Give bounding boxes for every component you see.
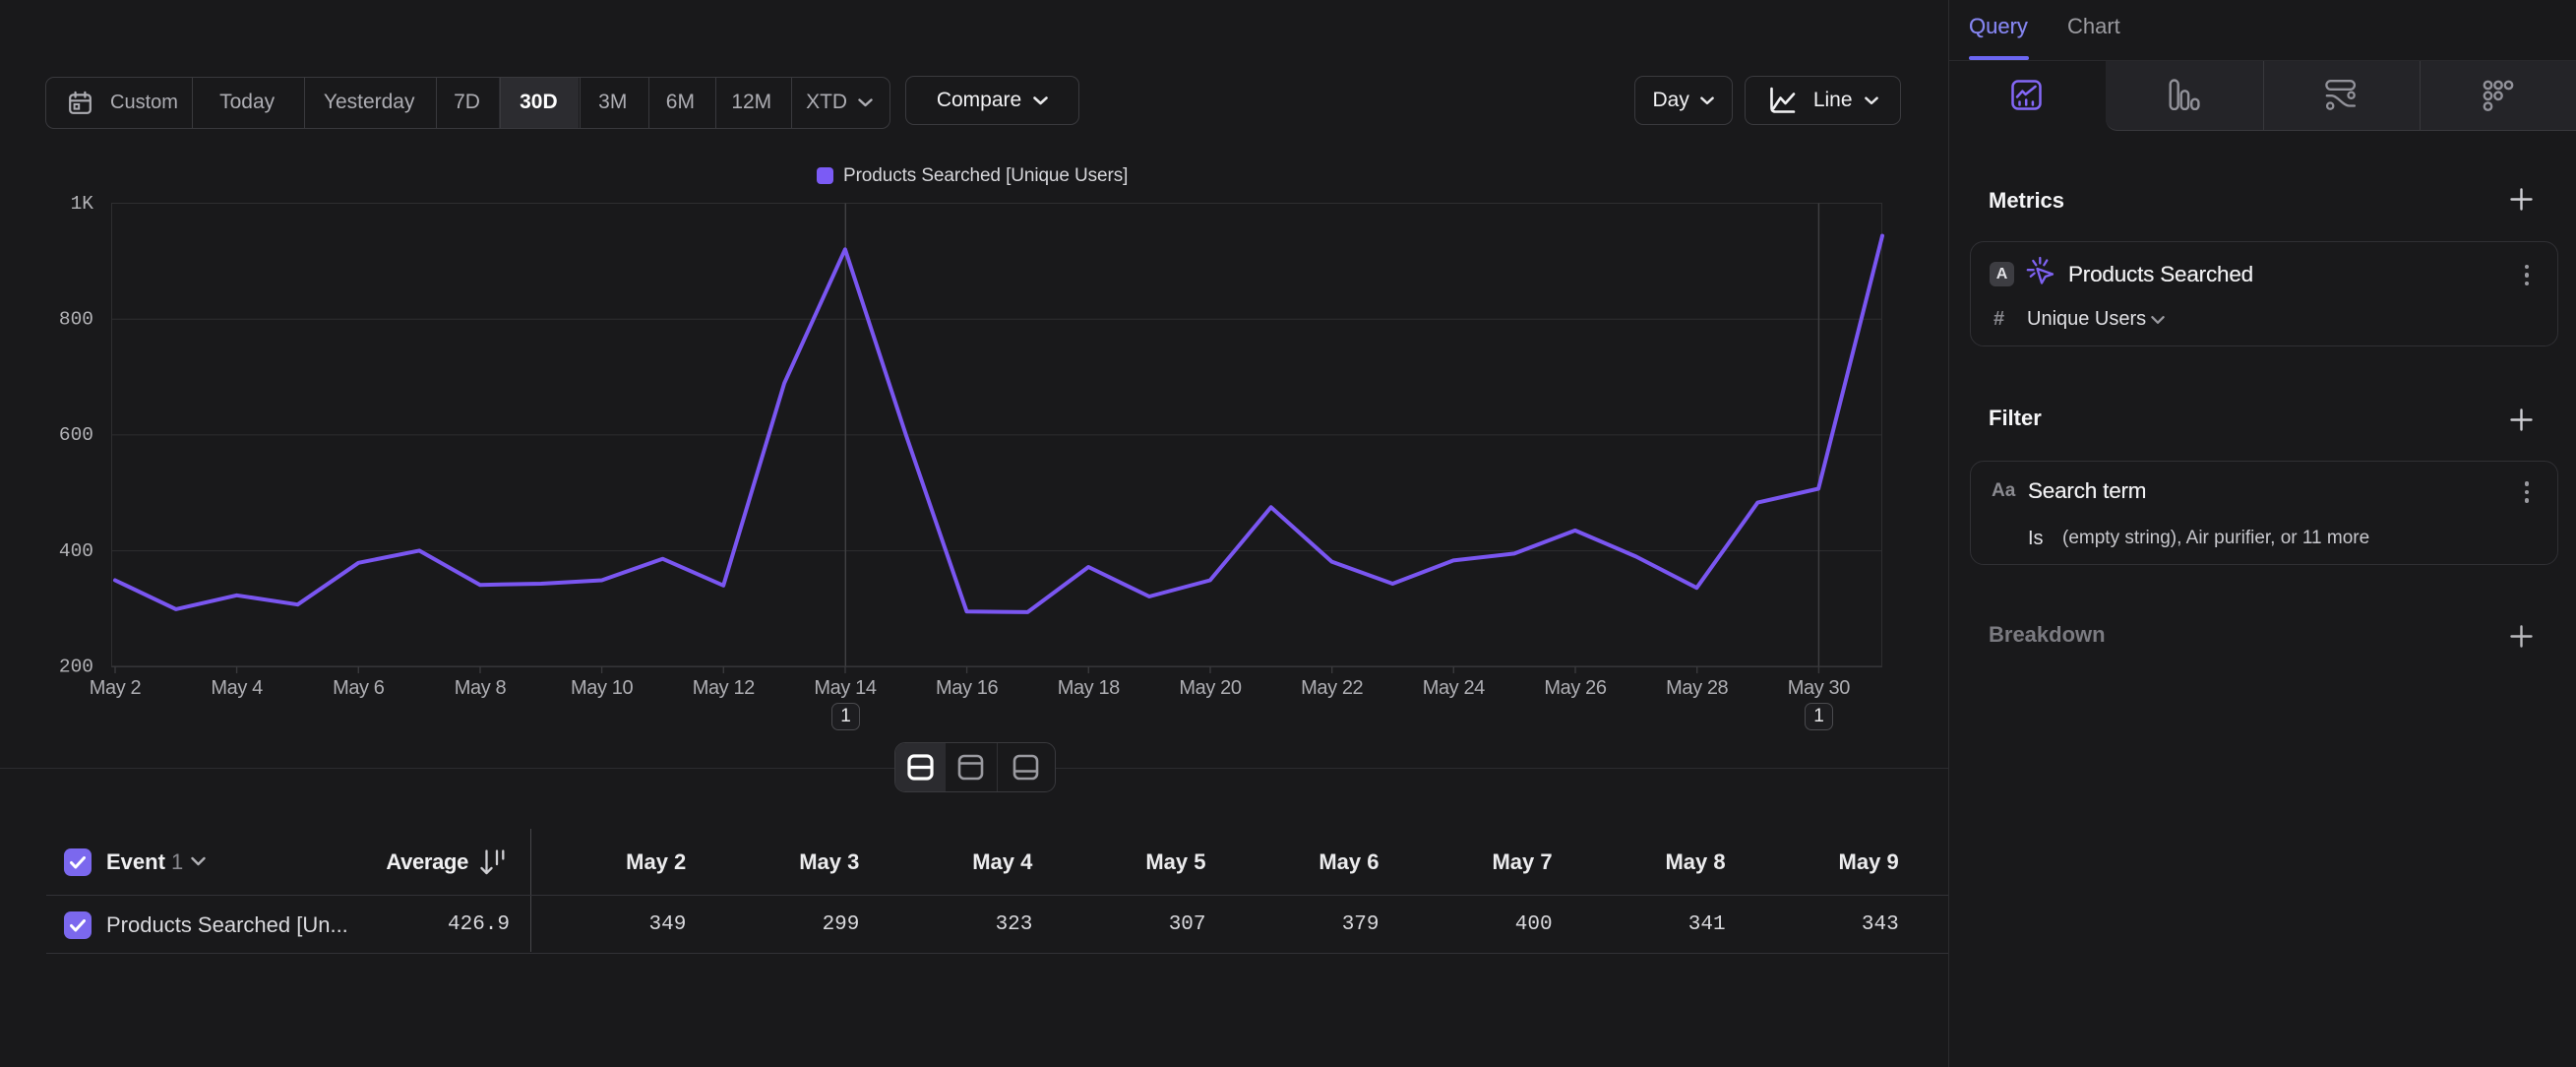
svg-text:May 28: May 28 — [1666, 677, 1728, 699]
svg-text:May 10: May 10 — [571, 677, 633, 699]
svg-text:May 8: May 8 — [455, 677, 507, 699]
svg-text:May 12: May 12 — [693, 677, 755, 699]
svg-text:May 20: May 20 — [1179, 677, 1241, 699]
svg-text:May 18: May 18 — [1058, 677, 1120, 699]
svg-text:May 4: May 4 — [211, 677, 263, 699]
svg-text:200: 200 — [59, 656, 93, 677]
svg-text:May 26: May 26 — [1544, 677, 1606, 699]
svg-text:May 16: May 16 — [936, 677, 998, 699]
svg-text:1K: 1K — [71, 193, 94, 215]
svg-text:May 24: May 24 — [1423, 677, 1485, 699]
svg-text:May 30: May 30 — [1788, 677, 1850, 699]
svg-text:May 14: May 14 — [814, 677, 876, 699]
svg-text:600: 600 — [59, 424, 93, 446]
svg-text:800: 800 — [59, 309, 93, 331]
svg-text:May 22: May 22 — [1301, 677, 1363, 699]
svg-text:May 6: May 6 — [333, 677, 385, 699]
svg-text:May 2: May 2 — [90, 677, 142, 699]
svg-text:400: 400 — [59, 540, 93, 562]
